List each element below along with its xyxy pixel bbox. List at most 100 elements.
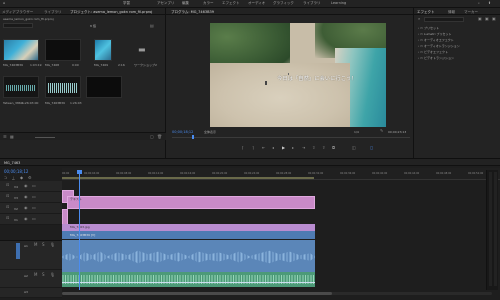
playhead-handle[interactable] bbox=[77, 170, 82, 174]
new-item-icon[interactable]: ▢ bbox=[150, 135, 154, 139]
yuv-icon[interactable]: ▣ bbox=[492, 17, 496, 21]
tab-project[interactable]: プロジェクト: asema_lemon_gokn rom_fil.prproj bbox=[70, 10, 152, 15]
track-target-v1[interactable] bbox=[16, 243, 20, 259]
extract-icon[interactable]: ⇪ bbox=[322, 146, 325, 150]
eye-icon[interactable]: ◉ bbox=[24, 217, 28, 221]
effects-item[interactable]: › ▭ プリセット bbox=[418, 26, 439, 30]
sync-lock-icon[interactable]: ▭ bbox=[32, 206, 36, 210]
workspace-audio[interactable]: オーディオ bbox=[248, 1, 265, 6]
home-icon[interactable]: ⌂ bbox=[3, 1, 5, 5]
voiceover-mic-icon[interactable]: 🎙 bbox=[50, 243, 55, 247]
project-item-thumb[interactable] bbox=[94, 39, 112, 61]
solo-button[interactable]: S bbox=[42, 273, 45, 277]
tab-markers[interactable]: マーカー bbox=[464, 10, 478, 15]
add-marker-icon[interactable]: ◆ bbox=[20, 176, 23, 180]
timeline-timecode[interactable]: 00;00;18;12 bbox=[4, 169, 28, 174]
mark-in-icon[interactable]: ⌈ bbox=[242, 146, 244, 150]
settings-wrench-icon[interactable]: ✎ bbox=[380, 129, 383, 133]
clip-v3-text[interactable]: テキスト bbox=[67, 196, 315, 209]
accelerated-icon[interactable]: ▣ bbox=[478, 17, 482, 21]
tab-sequence[interactable]: MG_7463 bbox=[4, 161, 20, 165]
mute-button[interactable]: M bbox=[34, 243, 37, 247]
workspace-learn[interactable]: 学習 bbox=[123, 1, 130, 6]
folder-icon[interactable]: ▬ bbox=[138, 46, 146, 54]
new-bin-icon[interactable]: ▤ bbox=[150, 24, 154, 28]
search-icon[interactable]: ⌕ bbox=[418, 17, 420, 21]
tab-program[interactable]: プログラム: MG_7463B39 bbox=[171, 10, 214, 15]
solo-button[interactable]: S bbox=[42, 243, 45, 247]
effects-item[interactable]: › ▭ Lumetri プリセット bbox=[418, 32, 451, 36]
snap-icon[interactable]: ⊃ bbox=[4, 176, 7, 180]
workspace-learning[interactable]: Learning bbox=[331, 1, 346, 5]
go-to-out-icon[interactable]: ⇥ bbox=[302, 146, 305, 150]
project-item-thumb[interactable] bbox=[45, 39, 81, 61]
sync-lock-icon[interactable]: ▭ bbox=[32, 195, 36, 199]
playhead-marker[interactable] bbox=[192, 135, 194, 139]
workspace-color[interactable]: カラー bbox=[203, 1, 214, 6]
quick-export-icon[interactable]: ⬆ bbox=[488, 1, 491, 5]
workspace-edit[interactable]: 編集 bbox=[182, 1, 189, 6]
search-icon[interactable]: ⌕ bbox=[478, 1, 480, 5]
comparison-view-icon[interactable]: ◫ bbox=[352, 146, 356, 150]
lift-icon[interactable]: ⇧ bbox=[312, 146, 315, 150]
mark-out-icon[interactable]: ⌉ bbox=[252, 146, 254, 150]
clip-v2-small[interactable] bbox=[62, 209, 68, 225]
sync-lock-icon[interactable]: ▭ bbox=[32, 184, 36, 188]
32bit-icon[interactable]: ▣ bbox=[485, 17, 489, 21]
ruler-label: 00;00;48;00 bbox=[436, 172, 452, 175]
lock-icon[interactable]: ⊡ bbox=[6, 194, 9, 198]
project-item-thumb[interactable] bbox=[45, 76, 81, 98]
lock-icon[interactable]: ⊡ bbox=[6, 205, 9, 209]
voiceover-mic-icon[interactable]: 🎙 bbox=[50, 273, 55, 277]
tab-media-browser[interactable]: メディアブラウザー bbox=[2, 10, 33, 15]
program-scrubber[interactable] bbox=[172, 137, 410, 138]
icon-view-icon[interactable]: ▦ bbox=[10, 135, 14, 139]
lock-icon[interactable]: ⊡ bbox=[6, 183, 9, 187]
mute-button[interactable]: M bbox=[34, 273, 37, 277]
work-area-bar[interactable] bbox=[62, 177, 314, 179]
step-forward-icon[interactable]: ▸ bbox=[292, 146, 294, 150]
effects-item[interactable]: › ▭ オーディオトランジション bbox=[418, 44, 460, 48]
effects-item[interactable]: › ▭ オーディオエフェクト bbox=[418, 38, 454, 42]
workspace-libraries[interactable]: ライブラリ bbox=[303, 1, 321, 6]
zoom-slider[interactable] bbox=[35, 137, 55, 138]
clip-a2-audio[interactable] bbox=[62, 272, 315, 287]
clip-v2-image[interactable]: MG_7463.jpg bbox=[62, 224, 315, 231]
eye-icon[interactable]: ◉ bbox=[24, 184, 28, 188]
audio-level-line[interactable] bbox=[62, 282, 315, 283]
play-icon[interactable]: ▶ bbox=[282, 146, 285, 150]
effects-search-input[interactable] bbox=[424, 17, 464, 22]
tab-effects[interactable]: エフェクト bbox=[417, 10, 435, 15]
project-search-input[interactable] bbox=[3, 23, 33, 28]
timeline-scrollbar[interactable] bbox=[62, 292, 492, 295]
track-label: V2 bbox=[14, 207, 18, 211]
project-item-thumb[interactable] bbox=[3, 76, 39, 98]
project-item-thumb[interactable] bbox=[3, 39, 39, 61]
project-item-thumb[interactable] bbox=[86, 76, 122, 98]
safe-margins-icon[interactable]: ◻ bbox=[370, 146, 373, 150]
effects-item[interactable]: › ▭ ビデオトランジション bbox=[418, 56, 454, 60]
timeline-settings-icon[interactable]: ⚙ bbox=[28, 176, 32, 180]
tab-libraries[interactable]: ライブラリ bbox=[44, 10, 62, 15]
list-view-icon[interactable]: ☰ bbox=[3, 135, 7, 139]
go-to-in-icon[interactable]: ⇤ bbox=[262, 146, 265, 150]
linked-selection-icon[interactable]: ⟂ bbox=[12, 176, 15, 180]
clip-a1-audio[interactable] bbox=[62, 240, 315, 272]
playhead-line[interactable] bbox=[79, 172, 80, 290]
step-back-icon[interactable]: ◂ bbox=[272, 146, 274, 150]
trash-icon[interactable]: 🗑 bbox=[157, 135, 162, 139]
fit-dropdown[interactable]: 全体表示 bbox=[204, 130, 216, 134]
tab-info[interactable]: 情報 bbox=[448, 10, 455, 15]
program-timecode-current[interactable]: 00;00;18;12 bbox=[172, 130, 193, 134]
workspace-effects[interactable]: エフェクト bbox=[222, 1, 240, 6]
eye-icon[interactable]: ◉ bbox=[24, 195, 28, 199]
export-frame-icon[interactable]: ◘ bbox=[332, 146, 335, 150]
lock-icon[interactable]: ⊡ bbox=[6, 216, 9, 220]
sync-lock-icon[interactable]: ▭ bbox=[32, 217, 36, 221]
workspace-assembly[interactable]: アセンブリ bbox=[157, 1, 174, 6]
clip-v1-video[interactable]: MG_7463B39 [V] bbox=[62, 231, 315, 239]
effects-item[interactable]: › ▭ ビデオエフェクト bbox=[418, 50, 448, 54]
eye-icon[interactable]: ◉ bbox=[24, 206, 28, 210]
workspace-graphics[interactable]: グラフィック bbox=[273, 1, 294, 6]
quality-dropdown[interactable]: 1/4 bbox=[354, 130, 359, 134]
